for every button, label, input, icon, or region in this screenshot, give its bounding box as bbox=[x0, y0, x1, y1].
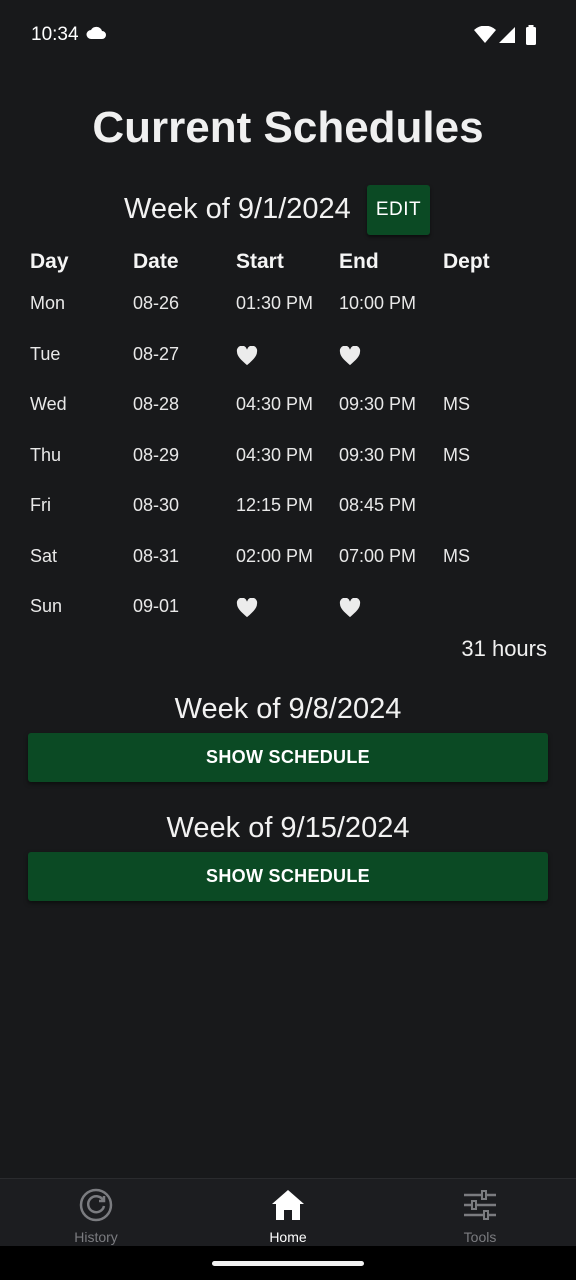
signal-icon bbox=[499, 27, 515, 43]
week1-label: Week of 9/1/2024 bbox=[124, 193, 351, 225]
table-row: Tue 08-27 bbox=[0, 344, 576, 384]
cell-end: 09:30 PM bbox=[339, 445, 417, 465]
history-icon bbox=[79, 1188, 113, 1222]
week2-label: Week of 9/8/2024 bbox=[174, 693, 402, 725]
cell-date: 08-27 bbox=[133, 344, 180, 364]
wifi-icon bbox=[474, 26, 496, 43]
table-row: Sun 09-01 bbox=[0, 596, 576, 636]
cell-end: 09:30 PM bbox=[339, 394, 417, 414]
table-row: Mon 08-26 01:30 PM 10:00 PM bbox=[0, 293, 576, 333]
column-header-dept: Dept bbox=[443, 250, 490, 273]
cell-day: Mon bbox=[30, 293, 66, 313]
cell-start: 01:30 PM bbox=[236, 293, 314, 313]
nav-item-history[interactable]: History bbox=[0, 1179, 192, 1247]
nav-label-tools: Tools bbox=[463, 1229, 497, 1245]
cell-date: 09-01 bbox=[133, 596, 180, 616]
table-row: Fri 08-30 12:15 PM 08:45 PM bbox=[0, 495, 576, 535]
cell-date: 08-28 bbox=[133, 394, 180, 414]
cell-end: 08:45 PM bbox=[339, 495, 417, 515]
heart-icon bbox=[339, 598, 361, 618]
cell-day: Tue bbox=[30, 344, 61, 364]
home-icon bbox=[272, 1190, 304, 1220]
cell-end: 10:00 PM bbox=[339, 293, 417, 313]
week1-header: Week of 9/1/2024 EDIT bbox=[0, 185, 576, 235]
column-header-date: Date bbox=[133, 250, 179, 273]
cell-day: Fri bbox=[30, 495, 51, 515]
cloud-icon bbox=[86, 26, 106, 39]
cell-start: 02:00 PM bbox=[236, 546, 314, 566]
cell-dept: MS bbox=[443, 394, 470, 414]
tools-icon bbox=[464, 1190, 496, 1220]
table-row: Thu 08-29 04:30 PM 09:30 PM MS bbox=[0, 445, 576, 485]
bottom-nav: History Home Tools bbox=[0, 1178, 576, 1247]
heart-icon bbox=[236, 598, 258, 618]
home-indicator[interactable] bbox=[212, 1261, 364, 1266]
status-bar: 10:34 bbox=[0, 0, 576, 70]
show-schedule-button-week2[interactable]: SHOW SCHEDULE bbox=[28, 733, 548, 782]
status-time: 10:34 bbox=[31, 24, 79, 45]
cell-dept: MS bbox=[443, 546, 470, 566]
cell-start: 04:30 PM bbox=[236, 445, 314, 465]
cell-end: 07:00 PM bbox=[339, 546, 417, 566]
cell-date: 08-26 bbox=[133, 293, 180, 313]
cell-dept: MS bbox=[443, 445, 470, 465]
table-row: Sat 08-31 02:00 PM 07:00 PM MS bbox=[0, 546, 576, 586]
cell-date: 08-31 bbox=[133, 546, 180, 566]
nav-label-history: History bbox=[74, 1229, 118, 1245]
page-title: Current Schedules bbox=[92, 103, 484, 152]
edit-button[interactable]: EDIT bbox=[367, 185, 430, 235]
week3-label: Week of 9/15/2024 bbox=[166, 812, 410, 844]
cell-day: Thu bbox=[30, 445, 62, 465]
heart-icon bbox=[236, 346, 258, 366]
nav-item-tools[interactable]: Tools bbox=[384, 1179, 576, 1247]
gesture-bar bbox=[0, 1246, 576, 1280]
cell-day: Sun bbox=[30, 596, 63, 616]
battery-icon bbox=[526, 25, 536, 45]
cell-day: Wed bbox=[30, 394, 67, 414]
total-hours: 31 hours bbox=[461, 636, 547, 661]
table-row: Wed 08-28 04:30 PM 09:30 PM MS bbox=[0, 394, 576, 434]
cell-date: 08-29 bbox=[133, 445, 180, 465]
show-schedule-button-week3[interactable]: SHOW SCHEDULE bbox=[28, 852, 548, 901]
cell-date: 08-30 bbox=[133, 495, 180, 515]
cell-start: 04:30 PM bbox=[236, 394, 314, 414]
cell-day: Sat bbox=[30, 546, 58, 566]
cell-start: 12:15 PM bbox=[236, 495, 314, 515]
nav-item-home[interactable]: Home bbox=[192, 1179, 384, 1247]
heart-icon bbox=[339, 346, 361, 366]
nav-label-home: Home bbox=[269, 1229, 307, 1245]
column-header-start: Start bbox=[236, 250, 284, 273]
column-header-end: End bbox=[339, 250, 379, 273]
column-header-day: Day bbox=[30, 250, 69, 273]
